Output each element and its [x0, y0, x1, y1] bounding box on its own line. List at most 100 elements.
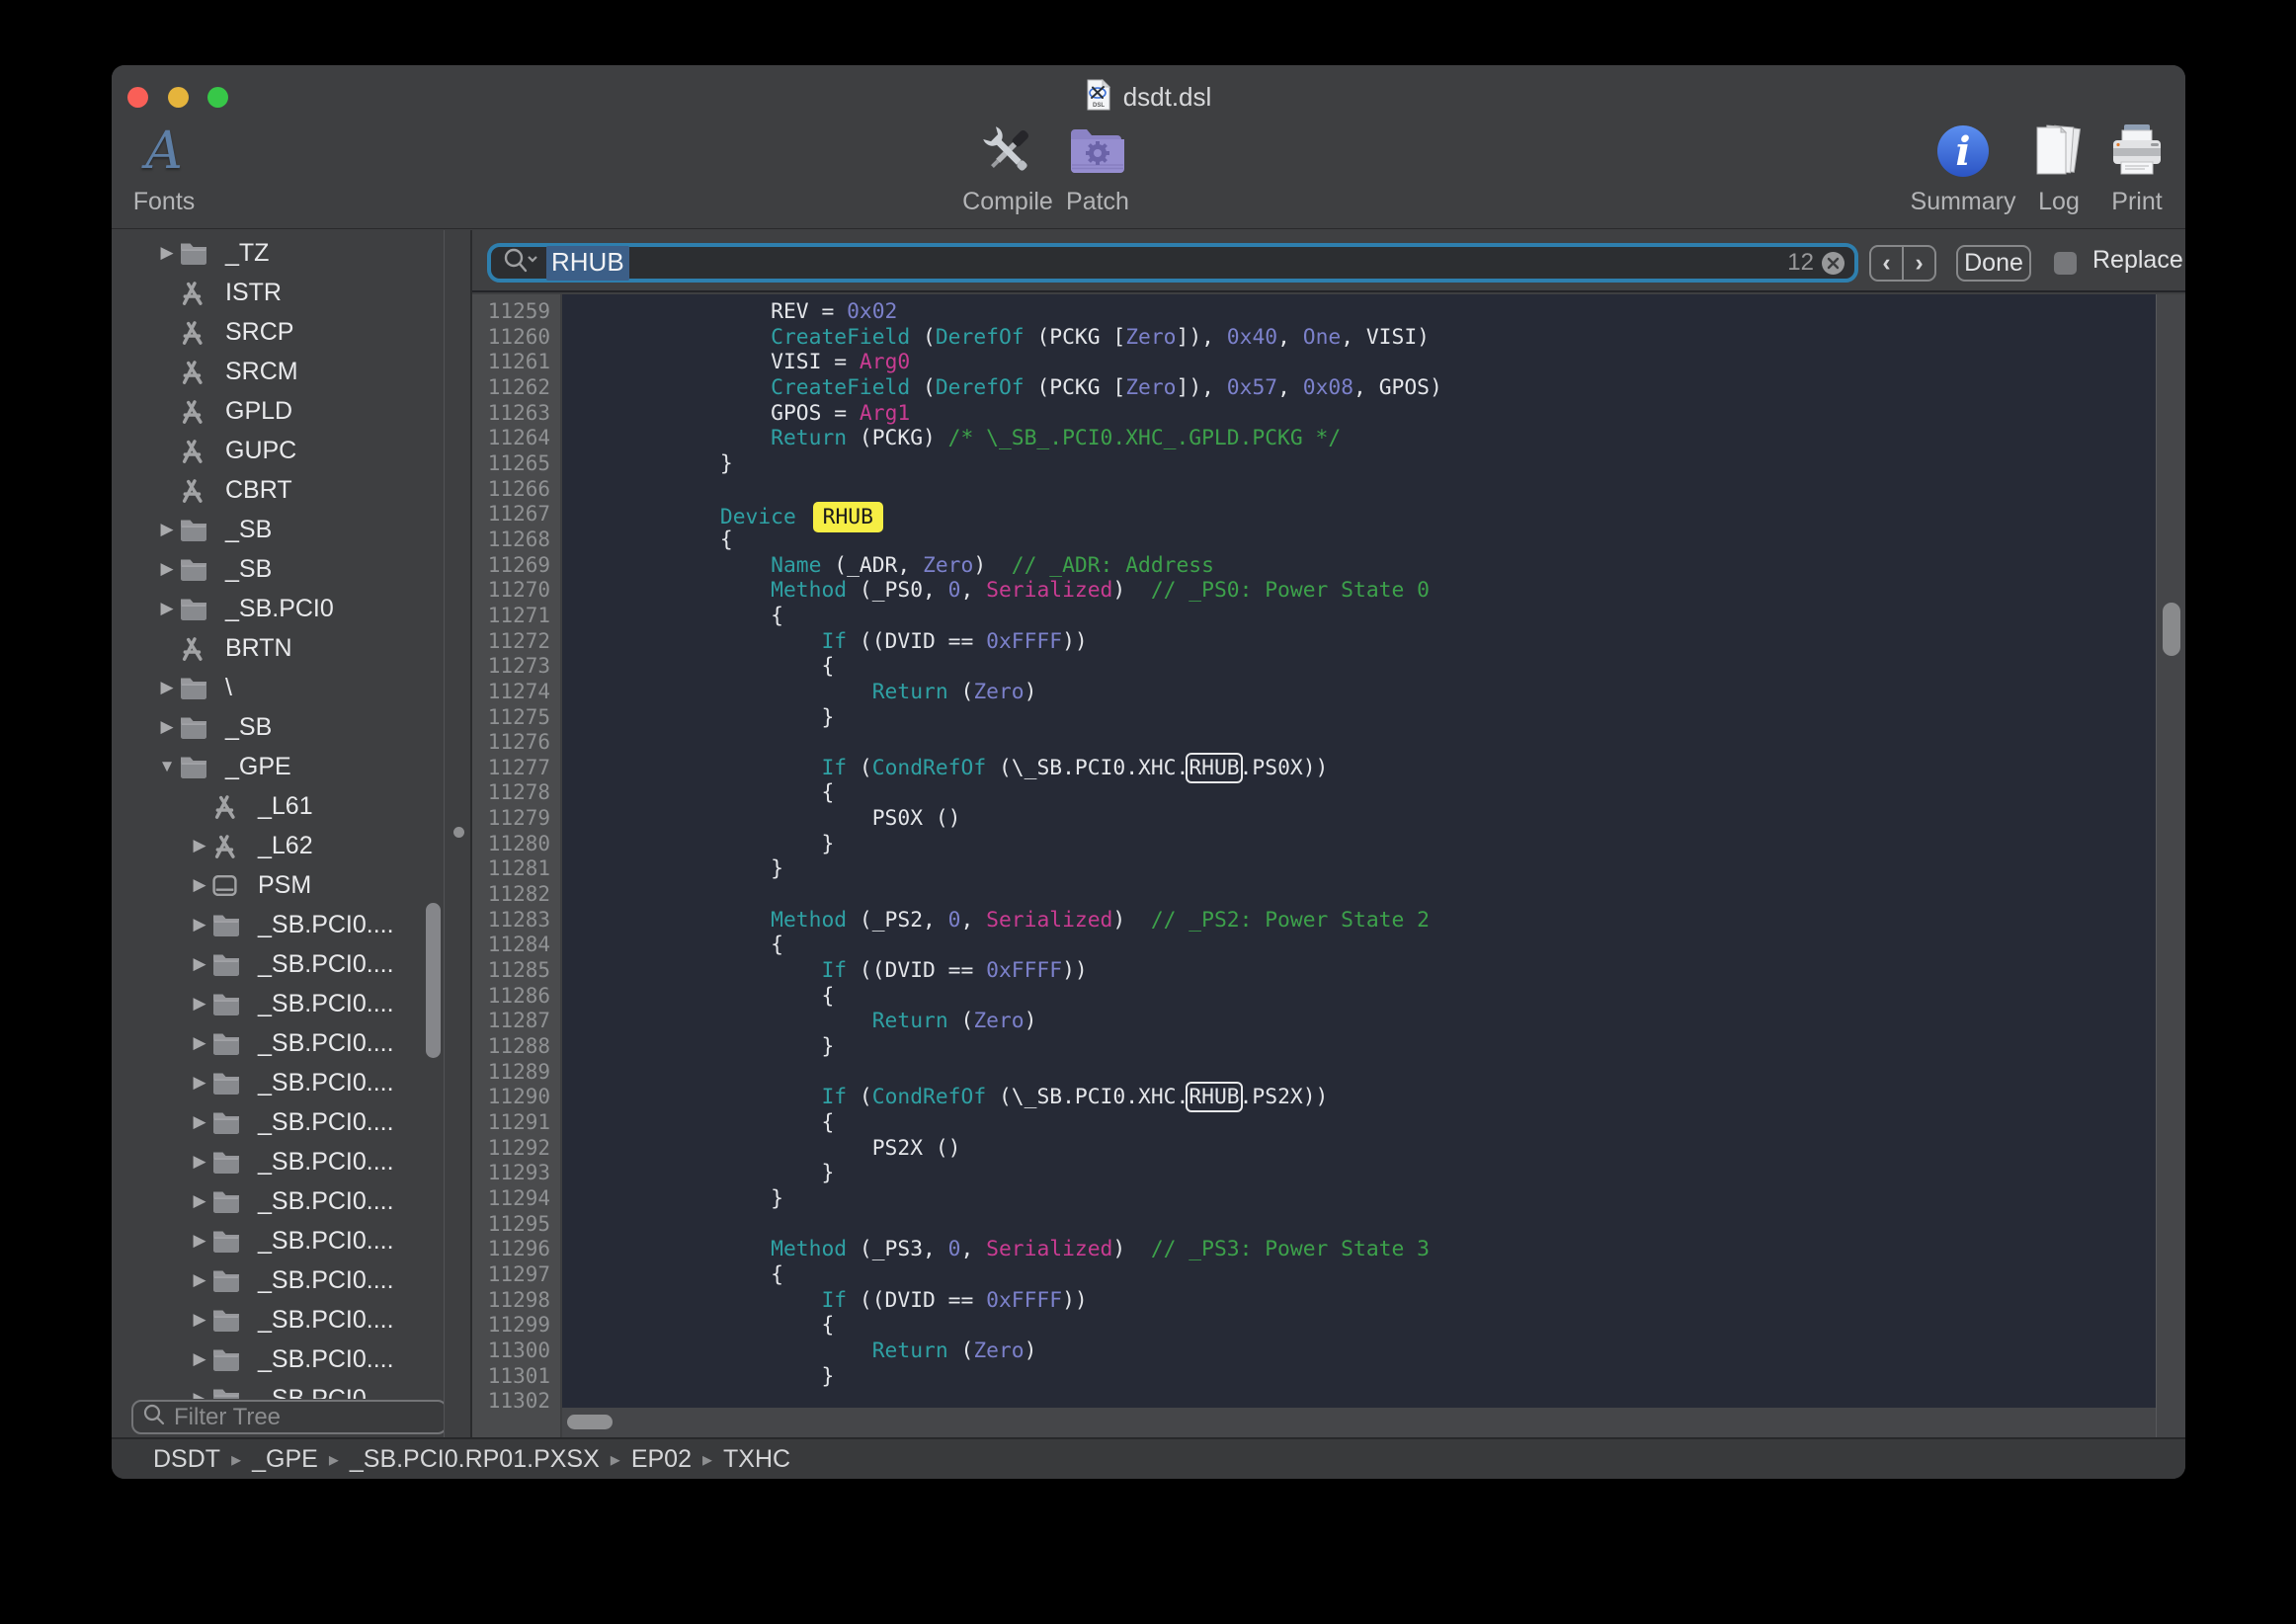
code-line[interactable]: } — [568, 451, 2156, 477]
code-line[interactable]: CreateField (DerefOf (PCKG [Zero]), 0x57… — [568, 375, 2156, 401]
tree-item-sb[interactable]: ▶_SB — [112, 707, 444, 747]
chevron-right-icon[interactable]: ▶ — [188, 1231, 211, 1251]
code-line[interactable] — [568, 882, 2156, 908]
breadcrumb-item[interactable]: _SB.PCI0.RP01.PXSX — [350, 1445, 600, 1474]
tree-item-gupc[interactable]: GUPC — [112, 431, 444, 470]
horizontal-scrollbar-thumb[interactable] — [567, 1415, 613, 1429]
code-line[interactable]: { — [568, 1110, 2156, 1136]
chevron-right-icon[interactable]: ▶ — [188, 1112, 211, 1132]
chevron-down-icon[interactable]: ▼ — [155, 757, 179, 776]
tree-item-l61[interactable]: _L61 — [112, 786, 444, 826]
chevron-right-icon[interactable]: ▶ — [188, 915, 211, 934]
tree-item-psm[interactable]: ▶PSM — [112, 865, 444, 905]
chevron-right-icon[interactable]: ▶ — [188, 1389, 211, 1399]
clear-search-icon[interactable] — [1822, 252, 1845, 275]
code-line[interactable]: Device RHUB — [568, 502, 2156, 528]
code-line[interactable]: { — [568, 604, 2156, 629]
tree-item-sbpci0[interactable]: ▶_SB.PCI0.... — [112, 905, 444, 944]
print-button[interactable]: Print — [2073, 121, 2185, 216]
code-line[interactable]: Method (_PS2, 0, Serialized) // _PS2: Po… — [568, 908, 2156, 934]
tree-item-sbpci0[interactable]: ▶_SB.PCI0.... — [112, 1300, 444, 1340]
filter-tree-input[interactable]: Filter Tree — [131, 1400, 448, 1434]
sidebar-scrollbar[interactable] — [426, 903, 441, 1058]
code-line[interactable]: PS0X () — [568, 806, 2156, 832]
horizontal-scrollbar-track[interactable] — [562, 1408, 2156, 1437]
code-line[interactable]: } — [568, 832, 2156, 857]
done-button[interactable]: Done — [1956, 245, 2031, 282]
tree-item-sbpci0[interactable]: ▶_SB.PCI0.... — [112, 1142, 444, 1181]
tree-item-sbpci0[interactable]: ▶_SB.PCI0 — [112, 589, 444, 628]
code-line[interactable]: } — [568, 856, 2156, 882]
chevron-right-icon[interactable]: ▶ — [188, 1033, 211, 1053]
breadcrumb-item[interactable]: DSDT — [153, 1445, 220, 1474]
chevron-right-icon[interactable]: ▶ — [188, 994, 211, 1014]
code-line[interactable]: If (CondRefOf (\_SB.PCI0.XHC.RHUB.PS0X)) — [568, 756, 2156, 781]
code-line[interactable] — [568, 477, 2156, 503]
code-line[interactable]: If ((DVID == 0xFFFF)) — [568, 958, 2156, 984]
code-editor[interactable]: 1125911260112611126211263112641126511266… — [472, 294, 2185, 1437]
chevron-right-icon[interactable]: ▶ — [188, 1191, 211, 1211]
chevron-right-icon[interactable]: ▶ — [188, 1152, 211, 1172]
patch-button[interactable]: Patch — [1033, 121, 1162, 216]
tree-item-tz[interactable]: ▶_TZ — [112, 233, 444, 273]
tree-item-srcm[interactable]: SRCM — [112, 352, 444, 391]
breadcrumb-item[interactable]: EP02 — [631, 1445, 692, 1474]
code-line[interactable]: { — [568, 984, 2156, 1010]
tree-item-sbpci0[interactable]: ▶_SB.PCI0.... — [112, 1102, 444, 1142]
code-line[interactable]: Return (Zero) — [568, 680, 2156, 705]
tree-item-sbpci0[interactable]: ▶_SB.PCI0.... — [112, 984, 444, 1023]
chevron-right-icon[interactable]: ▶ — [188, 1270, 211, 1290]
split-divider[interactable] — [444, 230, 472, 1437]
tree-item-istr[interactable]: ISTR — [112, 273, 444, 312]
breadcrumb-item[interactable]: _GPE — [252, 1445, 318, 1474]
code-line[interactable]: { — [568, 654, 2156, 680]
code-line[interactable]: Name (_ADR, Zero) // _ADR: Address — [568, 553, 2156, 579]
code-line[interactable]: } — [568, 1161, 2156, 1186]
search-input[interactable]: RHUB 12 — [487, 243, 1858, 283]
code-line[interactable]: { — [568, 528, 2156, 553]
chevron-right-icon[interactable]: ▶ — [188, 1310, 211, 1330]
tree-item-gpld[interactable]: GPLD — [112, 391, 444, 431]
code-line[interactable]: Method (_PS0, 0, Serialized) // _PS0: Po… — [568, 578, 2156, 604]
code-line[interactable]: { — [568, 933, 2156, 958]
chevron-right-icon[interactable]: ▶ — [155, 599, 179, 618]
code-line[interactable] — [568, 1212, 2156, 1238]
code-line[interactable]: If ((DVID == 0xFFFF)) — [568, 629, 2156, 655]
chevron-right-icon[interactable]: ▶ — [155, 559, 179, 579]
code-area[interactable]: REV = 0x02 CreateField (DerefOf (PCKG [Z… — [562, 294, 2156, 1408]
tree-item-sbpci0[interactable]: ▶_SB.PCI0.... — [112, 1340, 444, 1379]
code-line[interactable]: GPOS = Arg1 — [568, 401, 2156, 427]
tree-item-[interactable]: ▶\ — [112, 668, 444, 707]
replace-checkbox[interactable] — [2054, 252, 2077, 275]
chevron-right-icon[interactable]: ▶ — [188, 1349, 211, 1369]
code-line[interactable]: VISI = Arg0 — [568, 350, 2156, 375]
tree-item-gpe[interactable]: ▼_GPE — [112, 747, 444, 786]
tree-item-sbpci0[interactable]: ▶_SB.PCI0.... — [112, 1379, 444, 1399]
chevron-right-icon[interactable]: ▶ — [155, 520, 179, 539]
find-next-button[interactable]: › — [1902, 247, 1934, 280]
tree-item-sbpci0[interactable]: ▶_SB.PCI0.... — [112, 1063, 444, 1102]
code-line[interactable]: CreateField (DerefOf (PCKG [Zero]), 0x40… — [568, 325, 2156, 351]
code-line[interactable]: } — [568, 1364, 2156, 1390]
tree-item-sb[interactable]: ▶_SB — [112, 549, 444, 589]
tree-item-sb[interactable]: ▶_SB — [112, 510, 444, 549]
tree-item-sbpci0[interactable]: ▶_SB.PCI0.... — [112, 1221, 444, 1260]
tree-item-sbpci0[interactable]: ▶_SB.PCI0.... — [112, 1181, 444, 1221]
code-line[interactable]: Return (Zero) — [568, 1339, 2156, 1364]
code-line[interactable]: { — [568, 780, 2156, 806]
code-line[interactable]: { — [568, 1262, 2156, 1288]
code-line[interactable]: If (CondRefOf (\_SB.PCI0.XHC.RHUB.PS2X)) — [568, 1085, 2156, 1110]
code-line[interactable]: } — [568, 1034, 2156, 1060]
tree-item-sbpci0[interactable]: ▶_SB.PCI0.... — [112, 944, 444, 984]
code-line[interactable]: { — [568, 1313, 2156, 1339]
find-previous-button[interactable]: ‹ — [1871, 247, 1902, 280]
chevron-right-icon[interactable]: ▶ — [155, 717, 179, 737]
tree-item-sbpci0[interactable]: ▶_SB.PCI0.... — [112, 1023, 444, 1063]
chevron-right-icon[interactable]: ▶ — [188, 954, 211, 974]
code-line[interactable]: Return (PCKG) /* \_SB_.PCI0.XHC_.GPLD.PC… — [568, 426, 2156, 451]
breadcrumb-item[interactable]: TXHC — [723, 1445, 790, 1474]
chevron-right-icon[interactable]: ▶ — [188, 836, 211, 855]
code-line[interactable] — [568, 1389, 2156, 1408]
chevron-right-icon[interactable]: ▶ — [188, 875, 211, 895]
code-line[interactable] — [568, 1060, 2156, 1086]
